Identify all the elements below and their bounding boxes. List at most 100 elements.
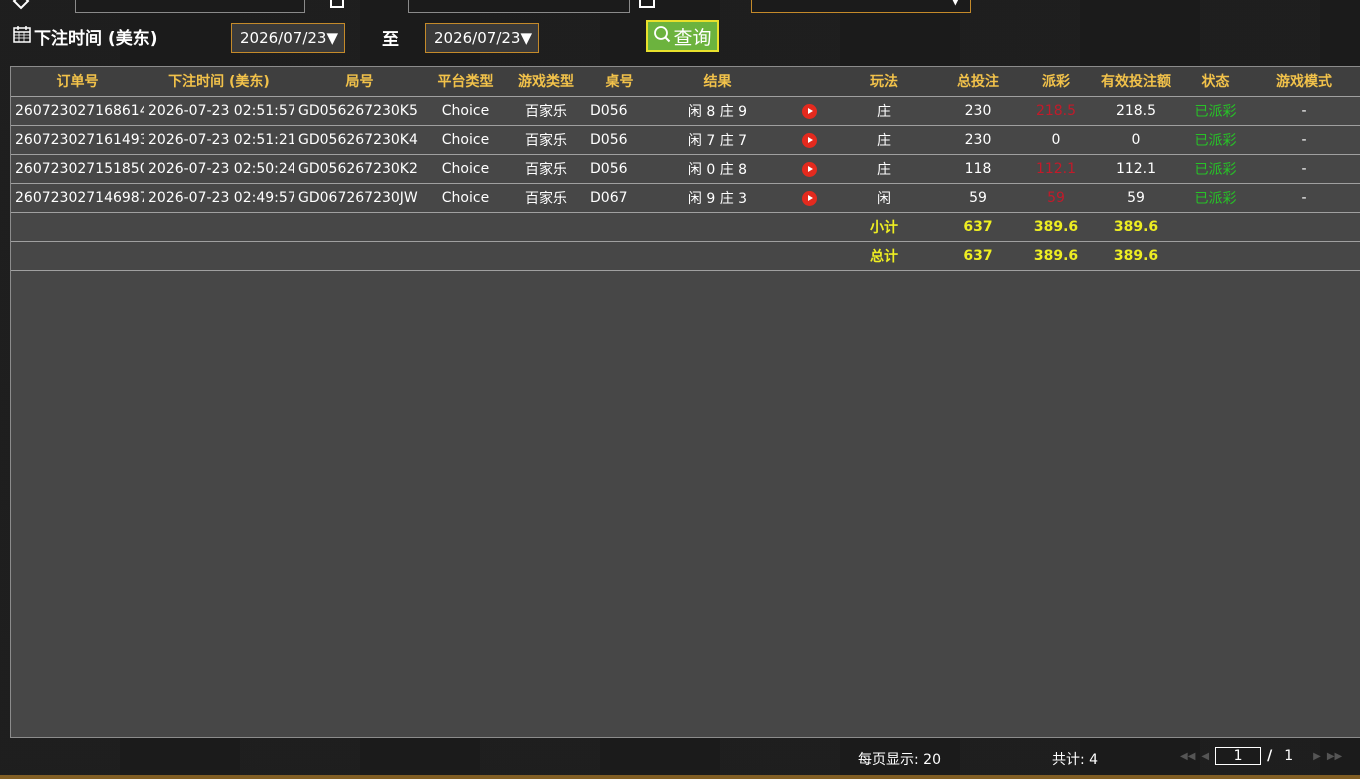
col-valid-bet[interactable]: 有效投注额	[1088, 67, 1184, 97]
pagination-bar: 每页显示: 20 共计: 4 ◀◀ ◀ 1 / 1 ▶ ▶▶	[0, 741, 1360, 775]
payout: 59	[1024, 183, 1088, 213]
status: 已派彩	[1184, 183, 1247, 213]
table-row: 260723027146987 2026-07-23 02:49:57 GD06…	[11, 183, 1360, 213]
col-payout[interactable]: 派彩	[1024, 67, 1088, 97]
page-number-input[interactable]: 1	[1215, 747, 1262, 765]
grand-total-label: 总计	[836, 241, 932, 271]
col-platform-type[interactable]: 平台类型	[425, 67, 506, 97]
bet-type: 闲	[836, 183, 932, 213]
start-date-select[interactable]: 2026/07/23▼	[231, 23, 345, 53]
subtotal-valid-bet: 389.6	[1088, 212, 1184, 242]
order-number: 260723027168614	[11, 96, 144, 126]
calendar-icon	[12, 24, 32, 49]
subtotal-payout: 389.6	[1024, 212, 1088, 242]
valid-bet: 218.5	[1088, 96, 1184, 126]
total-bet: 118	[932, 154, 1024, 184]
table-number: D056	[586, 96, 653, 126]
round-number: GD067267230JW	[294, 183, 425, 213]
table-row: 260723027168614 2026-07-23 02:51:57 GD05…	[11, 96, 1360, 126]
next-page-icon[interactable]: ▶	[1313, 751, 1321, 762]
date-range-separator: 至	[382, 30, 399, 50]
result: 闲 8 庄 9	[653, 96, 782, 126]
bet-type: 庄	[836, 96, 932, 126]
game-type: 百家乐	[506, 96, 586, 126]
game-type: 百家乐	[506, 154, 586, 184]
page-separator: /	[1267, 748, 1273, 764]
diamond-icon	[12, 0, 30, 10]
play-video-icon[interactable]	[801, 104, 817, 119]
table-header-row: 订单号 下注时间 (美东) 局号 平台类型 游戏类型 桌号 结果 玩法 总投注 …	[11, 67, 1360, 97]
order-number: 260723027146987	[11, 183, 144, 213]
col-total-bet[interactable]: 总投注	[932, 67, 1024, 97]
table-row: 260723027151850 2026-07-23 02:50:24 GD05…	[11, 154, 1360, 184]
search-icon	[653, 25, 671, 48]
grand-total-payout: 389.6	[1024, 241, 1088, 271]
per-page-text: 每页显示: 20	[858, 752, 941, 768]
date-filter-row: 下注时间 (美东) 2026/07/23▼ 至 2026/07/23▼ 查询	[0, 20, 1360, 56]
col-status[interactable]: 状态	[1184, 67, 1247, 97]
subtotal-row: 小计 637 389.6 389.6	[11, 212, 1360, 242]
total-bet: 230	[932, 125, 1024, 155]
col-table-number[interactable]: 桌号	[586, 67, 653, 97]
platform-type: Choice	[425, 154, 506, 184]
date-label-text: 下注时间 (美东)	[34, 29, 158, 49]
video-cell	[782, 183, 836, 213]
subtotal-total-bet: 637	[932, 212, 1024, 242]
subtotal-label: 小计	[836, 212, 932, 242]
order-number-input[interactable]	[75, 0, 305, 13]
bottom-accent-bar	[0, 775, 1360, 779]
total-bet: 230	[932, 96, 1024, 126]
end-date-select[interactable]: 2026/07/23▼	[425, 23, 539, 53]
table-number: D056	[586, 125, 653, 155]
status: 已派彩	[1184, 125, 1247, 155]
round-number: GD056267230K4	[294, 125, 425, 155]
play-video-icon[interactable]	[801, 191, 817, 206]
table-row: 260723027161493 2026-07-23 02:51:21 GD05…	[11, 125, 1360, 155]
top-filter-row: ▼	[0, 0, 1360, 14]
play-video-icon[interactable]	[801, 133, 817, 148]
bet-type: 庄	[836, 154, 932, 184]
order-number: 260723027151850	[11, 154, 144, 184]
payout: 0	[1024, 125, 1088, 155]
platform-type: Choice	[425, 125, 506, 155]
col-video	[782, 67, 836, 97]
valid-bet: 59	[1088, 183, 1184, 213]
game-type: 百家乐	[506, 183, 586, 213]
col-game-mode[interactable]: 游戏模式	[1247, 67, 1360, 97]
video-cell	[782, 96, 836, 126]
game-mode: -	[1247, 183, 1360, 213]
play-video-icon[interactable]	[801, 162, 817, 177]
result: 闲 0 庄 8	[653, 154, 782, 184]
first-page-icon[interactable]: ◀◀	[1180, 751, 1195, 762]
query-button-label: 查询	[673, 26, 712, 49]
last-page-icon[interactable]: ▶▶	[1327, 751, 1342, 762]
platform-type: Choice	[425, 183, 506, 213]
bet-records-panel: 订单号 下注时间 (美东) 局号 平台类型 游戏类型 桌号 结果 玩法 总投注 …	[10, 66, 1360, 738]
game-type: 百家乐	[506, 125, 586, 155]
video-cell	[782, 154, 836, 184]
valid-bet: 0	[1088, 125, 1184, 155]
payout: 112.1	[1024, 154, 1088, 184]
table-number: D056	[586, 154, 653, 184]
grand-total-row: 总计 637 389.6 389.6	[11, 241, 1360, 271]
round-number: GD056267230K5	[294, 96, 425, 126]
col-bet-time[interactable]: 下注时间 (美东)	[144, 67, 294, 97]
video-cell	[782, 125, 836, 155]
bet-time: 2026-07-23 02:51:57	[144, 96, 294, 126]
col-order-number[interactable]: 订单号	[11, 67, 144, 97]
round-number: GD056267230K2	[294, 154, 425, 184]
round-number-input[interactable]	[408, 0, 630, 13]
platform-icon	[638, 0, 656, 10]
platform-type-select[interactable]: ▼	[751, 0, 971, 13]
status: 已派彩	[1184, 154, 1247, 184]
col-round-number[interactable]: 局号	[294, 67, 425, 97]
platform-type: Choice	[425, 96, 506, 126]
col-bet-type[interactable]: 玩法	[836, 67, 932, 97]
order-number: 260723027161493	[11, 125, 144, 155]
query-button[interactable]: 查询	[646, 20, 719, 52]
game-mode: -	[1247, 154, 1360, 184]
col-game-type[interactable]: 游戏类型	[506, 67, 586, 97]
col-result[interactable]: 结果	[653, 67, 782, 97]
bet-time: 2026-07-23 02:49:57	[144, 183, 294, 213]
prev-page-icon[interactable]: ◀	[1201, 751, 1209, 762]
